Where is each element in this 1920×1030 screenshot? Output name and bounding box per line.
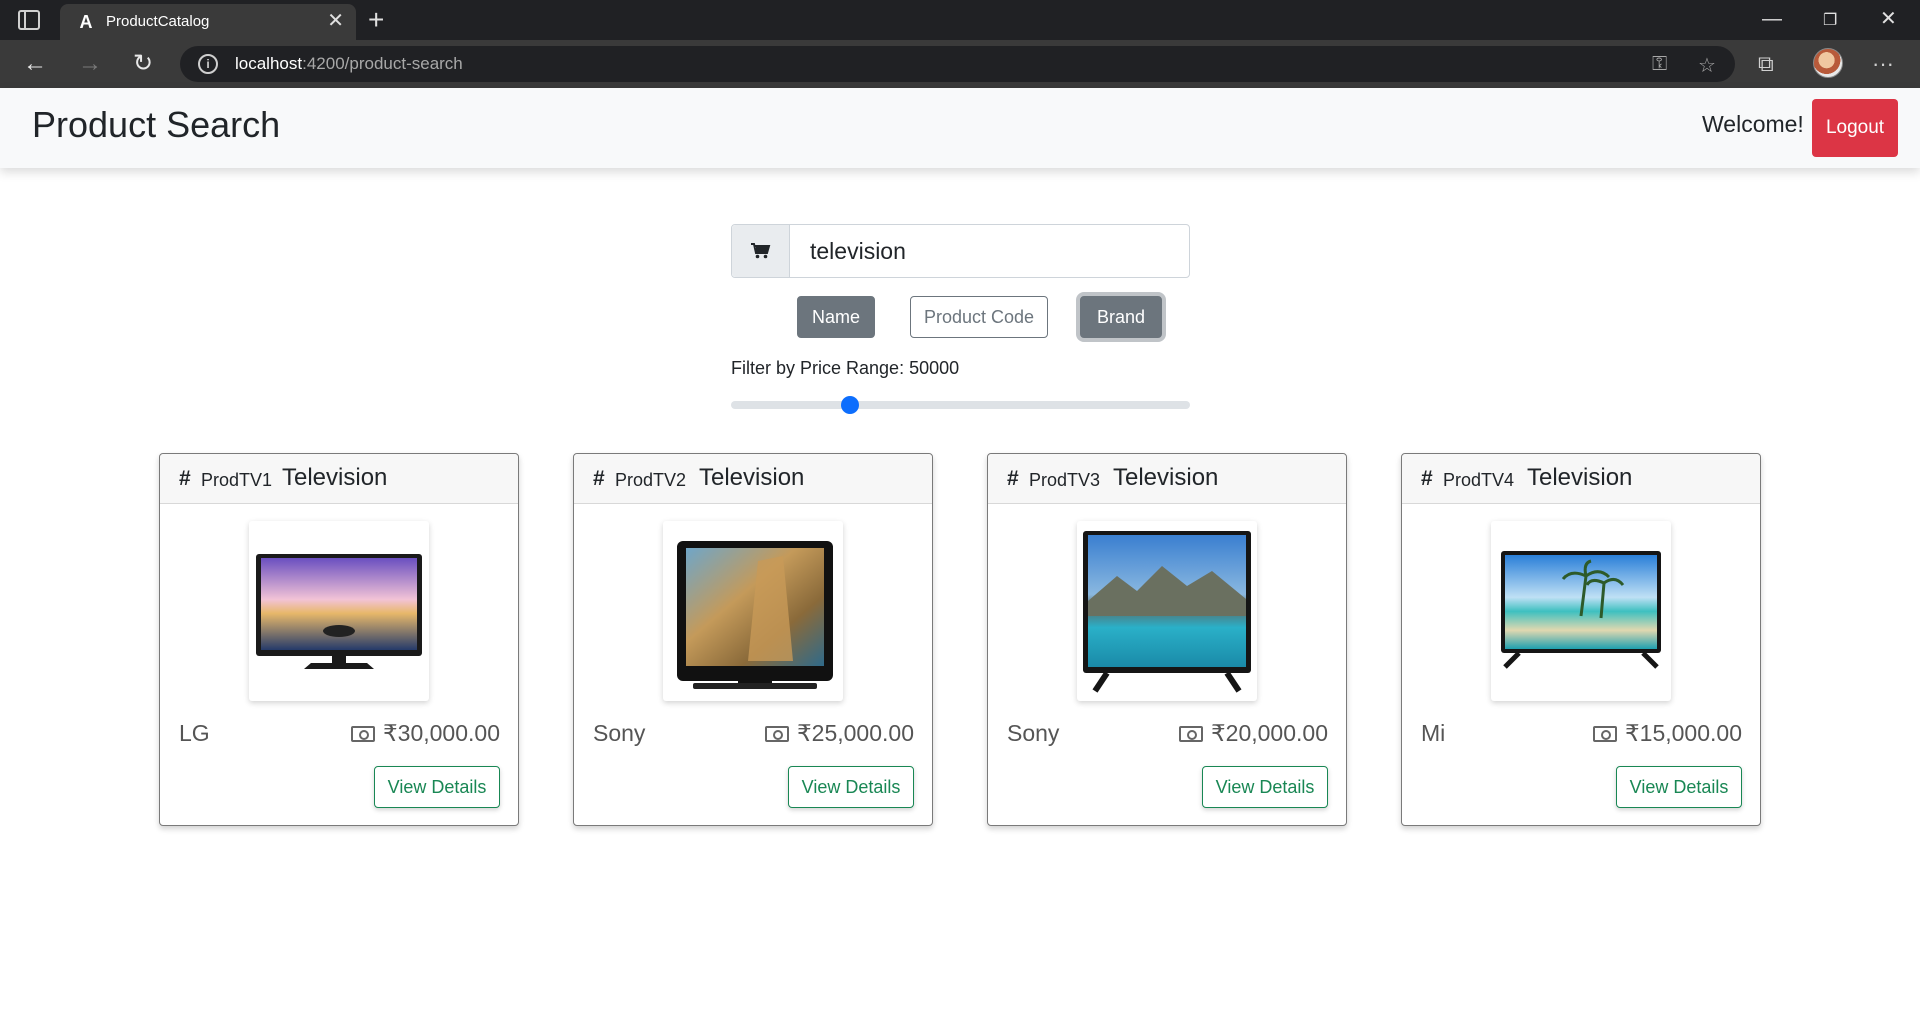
close-icon[interactable]: ✕ xyxy=(327,11,344,31)
logout-button[interactable]: Logout xyxy=(1812,99,1898,157)
product-card: # ProdTV4 Television Mi ₹15,000.00 View … xyxy=(1401,453,1761,826)
angular-favicon-icon: A xyxy=(79,12,93,32)
browser-titlebar: A ProductCatalog ✕ + — ❐ ✕ xyxy=(0,0,1920,40)
view-details-button[interactable]: View Details xyxy=(374,766,500,808)
product-code: ProdTV4 xyxy=(1443,470,1515,490)
key-icon[interactable]: ⚿ xyxy=(1652,53,1667,76)
minimize-icon[interactable]: — xyxy=(1762,6,1782,32)
tab-title: ProductCatalog xyxy=(106,13,210,30)
product-image xyxy=(1077,521,1257,701)
back-icon[interactable]: ← xyxy=(23,50,47,78)
product-name: Television xyxy=(699,464,805,491)
price-range-slider[interactable] xyxy=(731,401,1190,409)
product-price: ₹25,000.00 xyxy=(765,720,914,747)
search-input[interactable] xyxy=(792,225,1188,277)
money-icon xyxy=(1593,726,1618,742)
hash-icon: # xyxy=(1421,467,1433,490)
plus-icon[interactable]: + xyxy=(368,4,384,36)
product-price: ₹30,000.00 xyxy=(351,720,500,747)
product-image xyxy=(1491,521,1671,701)
collections-icon[interactable]: ⧉ xyxy=(1758,50,1774,78)
restore-icon[interactable]: ❐ xyxy=(1823,8,1837,34)
favorite-icon[interactable]: ☆ xyxy=(1698,53,1716,78)
hash-icon: # xyxy=(593,467,605,490)
address-bar[interactable]: i localhost:4200/product-search ⚿ ☆ xyxy=(180,46,1735,82)
product-card: # ProdTV3 Television Sony ₹20,000.00 Vie… xyxy=(987,453,1347,826)
window-close-icon[interactable]: ✕ xyxy=(1880,6,1897,32)
product-card: # ProdTV2 Television Sony ₹25,000.00 Vie… xyxy=(573,453,933,826)
card-header: # ProdTV3 Television xyxy=(988,454,1346,504)
product-code: ProdTV3 xyxy=(1029,470,1101,490)
hash-icon: # xyxy=(179,467,191,490)
product-code: ProdTV1 xyxy=(201,470,273,490)
card-header: # ProdTV2 Television xyxy=(574,454,932,504)
cart-icon xyxy=(751,243,771,259)
filter-product-code-button[interactable]: Product Code xyxy=(910,296,1048,338)
money-icon xyxy=(1179,726,1204,742)
product-image xyxy=(249,521,429,701)
product-name: Television xyxy=(1113,464,1219,491)
app-header: Product Search Welcome! Logout xyxy=(0,88,1920,168)
filter-name-button[interactable]: Name xyxy=(797,296,875,338)
product-price: ₹15,000.00 xyxy=(1593,720,1742,747)
product-brand: Mi xyxy=(1421,720,1446,746)
money-icon xyxy=(765,726,790,742)
reload-icon[interactable]: ↻ xyxy=(133,50,153,78)
product-price-value: ₹20,000.00 xyxy=(1211,720,1328,746)
product-name: Television xyxy=(1527,464,1633,491)
product-brand: LG xyxy=(179,720,210,746)
price-range-label: Filter by Price Range: 50000 xyxy=(731,358,960,378)
filter-brand-button[interactable]: Brand xyxy=(1080,296,1162,338)
hash-icon: # xyxy=(1007,467,1019,490)
card-header: # ProdTV1 Television xyxy=(160,454,518,504)
product-brand: Sony xyxy=(593,720,646,746)
product-price-value: ₹25,000.00 xyxy=(797,720,914,746)
url-text[interactable]: localhost:4200/product-search xyxy=(235,54,463,74)
product-price-value: ₹15,000.00 xyxy=(1625,720,1742,746)
money-icon xyxy=(351,726,376,742)
product-price-value: ₹30,000.00 xyxy=(383,720,500,746)
welcome-text: Welcome! xyxy=(1702,111,1804,137)
view-details-button[interactable]: View Details xyxy=(788,766,914,808)
card-header: # ProdTV4 Television xyxy=(1402,454,1760,504)
view-details-button[interactable]: View Details xyxy=(1202,766,1328,808)
price-range-slider-thumb[interactable] xyxy=(841,396,860,414)
url-path: :4200/product-search xyxy=(302,54,463,73)
forward-icon: → xyxy=(78,50,102,77)
product-price: ₹20,000.00 xyxy=(1179,720,1328,747)
view-details-button[interactable]: View Details xyxy=(1616,766,1742,808)
search-addon xyxy=(732,225,790,277)
search-group xyxy=(731,224,1190,278)
product-card: # ProdTV1 Television LG ₹30,000.00 View … xyxy=(159,453,519,826)
product-brand: Sony xyxy=(1007,720,1060,746)
product-image xyxy=(663,521,843,701)
profile-avatar[interactable] xyxy=(1813,48,1843,78)
browser-toolbar: ← → ↻ i localhost:4200/product-search ⚿ … xyxy=(0,40,1920,88)
info-icon[interactable]: i xyxy=(198,54,218,74)
product-code: ProdTV2 xyxy=(615,470,687,490)
more-icon[interactable]: ··· xyxy=(1872,50,1894,78)
product-name: Television xyxy=(282,464,388,491)
page-title: Product Search xyxy=(32,104,281,145)
browser-tab[interactable]: A ProductCatalog ✕ xyxy=(60,4,356,40)
tab-actions-icon[interactable] xyxy=(18,10,40,30)
url-host: localhost xyxy=(235,54,303,73)
